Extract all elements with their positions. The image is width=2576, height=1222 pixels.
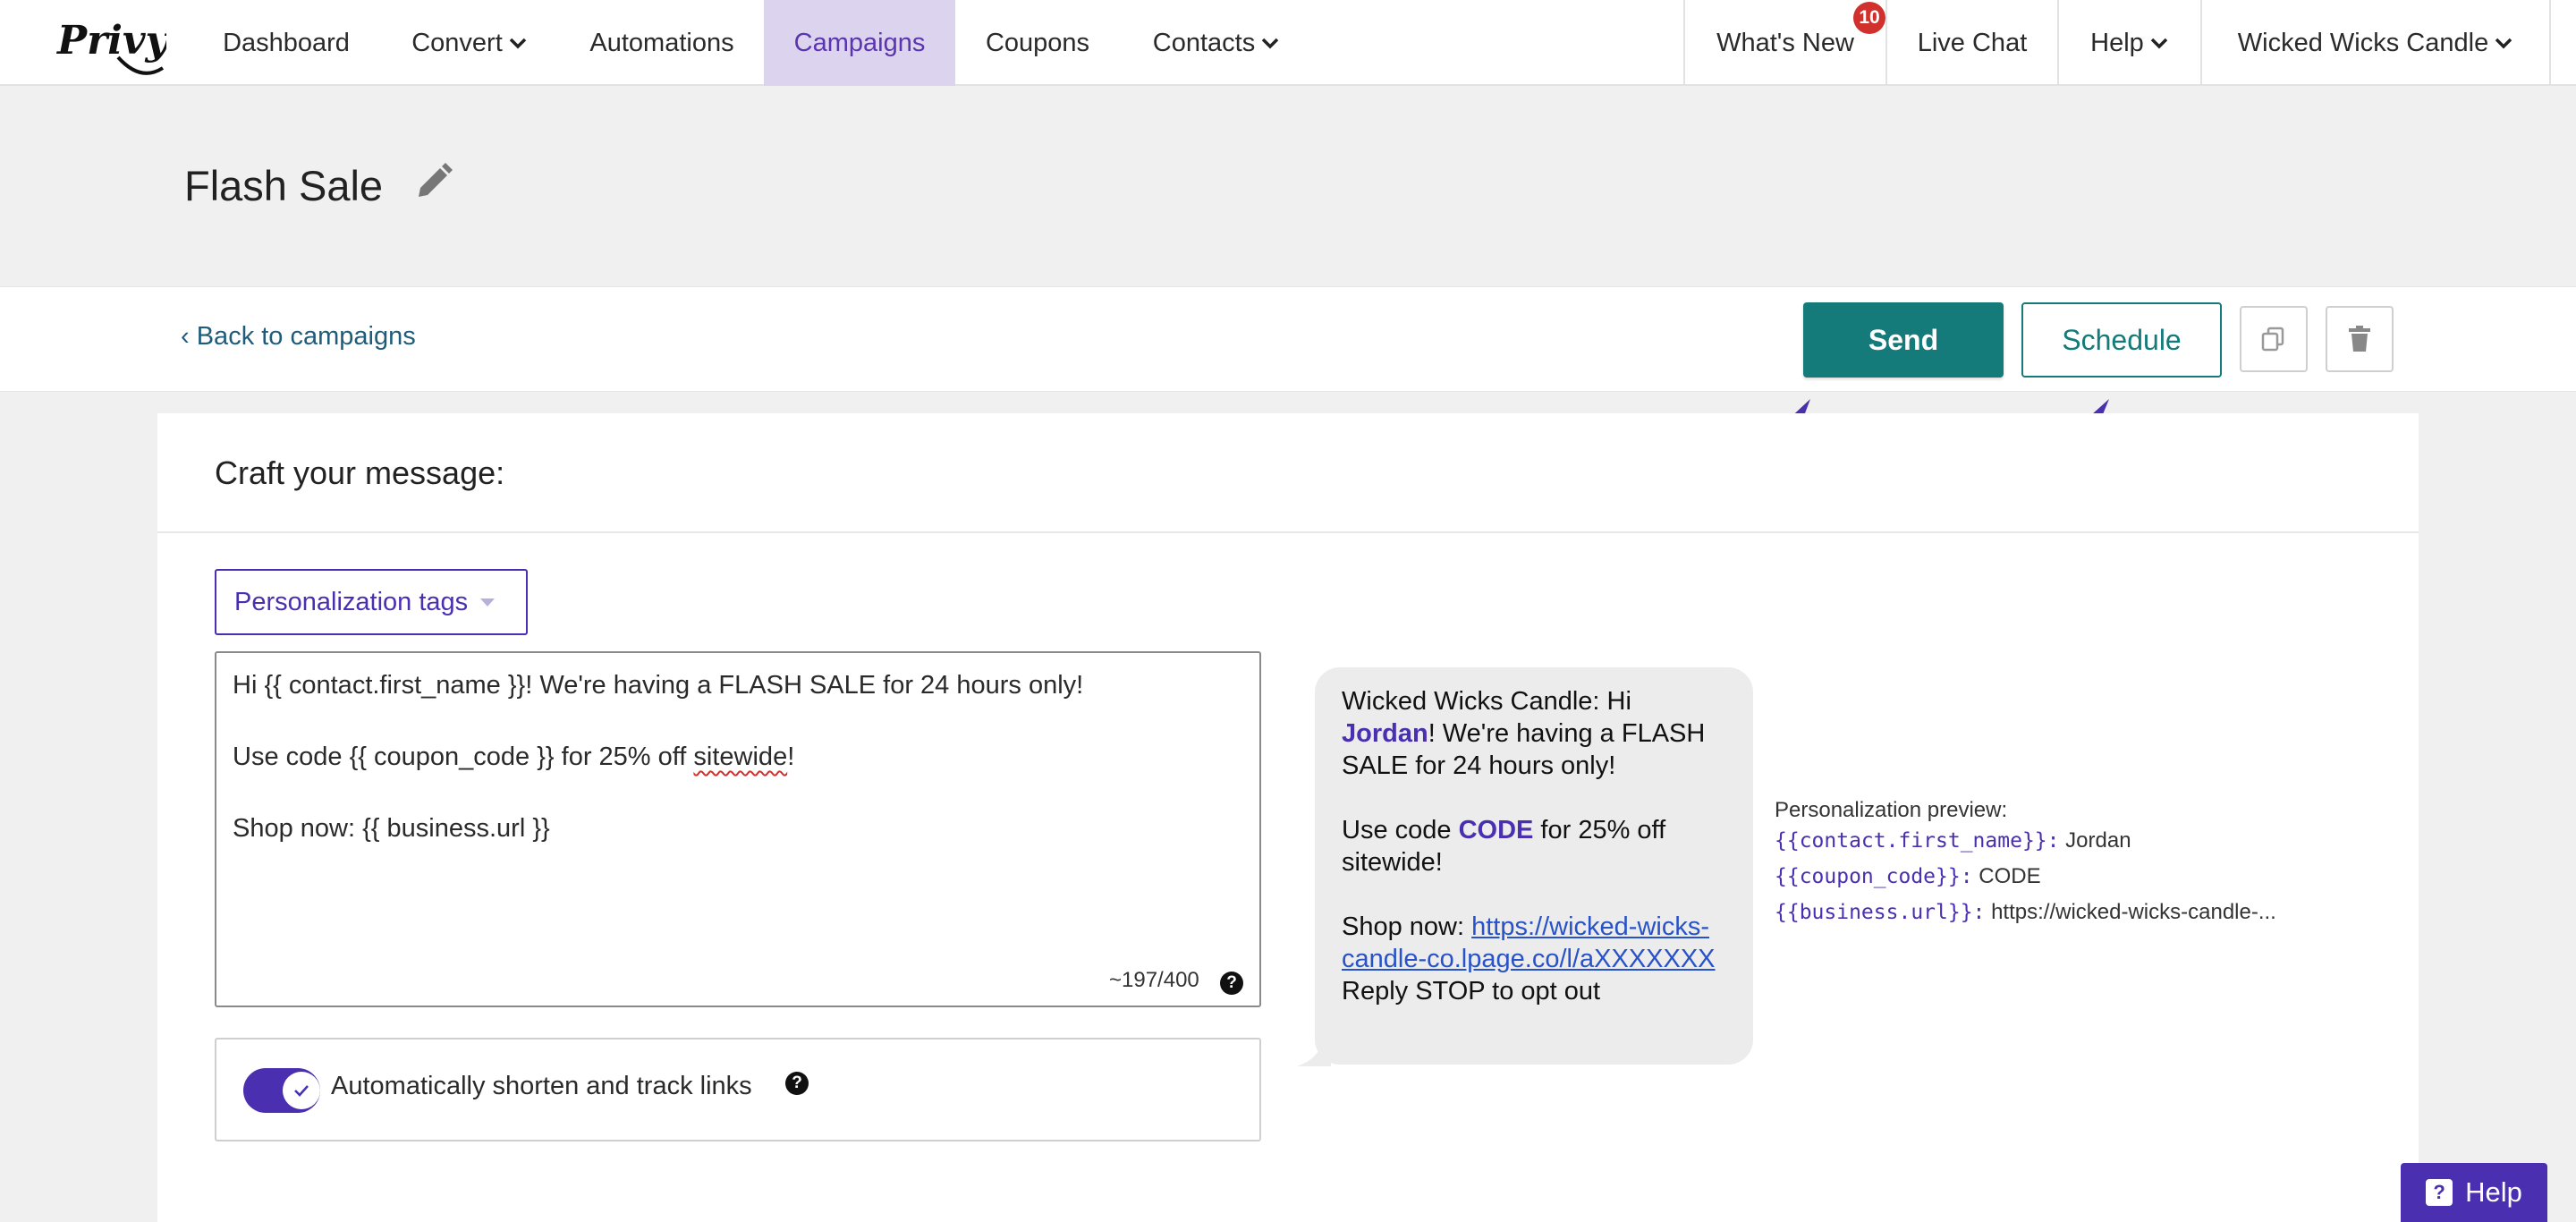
craft-message-heading: Craft your message: bbox=[215, 454, 505, 491]
personalization-preview-title: Personalization preview: bbox=[1775, 798, 2008, 822]
back-link-label: Back to campaigns bbox=[196, 322, 416, 351]
duplicate-button[interactable] bbox=[2240, 306, 2308, 372]
account-label: Wicked Wicks Candle bbox=[2237, 28, 2489, 57]
page-title: Flash Sale bbox=[184, 162, 384, 209]
whats-new-label: What's New bbox=[1716, 28, 1854, 57]
preview-text: Wicked Wicks Candle: Hi bbox=[1342, 687, 1631, 716]
help-widget-button[interactable]: ? Help bbox=[2401, 1163, 2547, 1222]
nav-dashboard[interactable]: Dashboard bbox=[206, 0, 367, 86]
preview-text: Use code bbox=[1342, 816, 1459, 844]
preview-text: Shop now: bbox=[1342, 912, 1472, 941]
card-divider bbox=[157, 531, 2419, 533]
nav-automations-label: Automations bbox=[589, 28, 734, 57]
message-text: ! bbox=[787, 743, 795, 771]
preview-opt-out: Reply STOP to opt out bbox=[1342, 977, 1601, 1006]
message-text: Use code {{ coupon_code }} for 25% off bbox=[233, 743, 694, 771]
delete-button[interactable] bbox=[2326, 306, 2394, 372]
nav-automations[interactable]: Automations bbox=[572, 0, 751, 86]
chevron-down-icon bbox=[2495, 38, 2512, 49]
message-line: Use code {{ coupon_code }} for 25% off s… bbox=[233, 739, 1243, 775]
back-to-campaigns-link[interactable]: ‹ Back to campaigns bbox=[181, 322, 416, 352]
nav-convert[interactable]: Convert bbox=[394, 0, 546, 86]
personalization-row: {{coupon_code}}: CODE bbox=[1775, 864, 2041, 889]
checkmark-icon bbox=[294, 1085, 309, 1097]
nav-campaigns[interactable]: Campaigns bbox=[764, 0, 955, 86]
chevron-left-icon: ‹ bbox=[181, 322, 197, 351]
chevron-down-icon bbox=[2150, 38, 2168, 49]
preview-gap bbox=[1342, 782, 1726, 814]
help-question-icon[interactable]: ? bbox=[1220, 972, 1243, 995]
nav-help[interactable]: Help bbox=[2059, 0, 2200, 86]
notification-badge: 10 bbox=[1853, 2, 1885, 34]
personalization-key: {{coupon_code}}: bbox=[1775, 865, 1973, 888]
help-question-icon[interactable]: ? bbox=[785, 1072, 809, 1095]
copy-icon bbox=[2261, 327, 2284, 352]
top-nav: Privy Dashboard Convert Automations Camp… bbox=[0, 0, 2576, 86]
nav-account-menu[interactable]: Wicked Wicks Candle bbox=[2202, 0, 2549, 86]
svg-text:Privy: Privy bbox=[55, 18, 166, 64]
nav-convert-label: Convert bbox=[411, 28, 503, 57]
pencil-icon[interactable] bbox=[411, 161, 454, 204]
preview-gap bbox=[1342, 878, 1726, 911]
nav-coupons[interactable]: Coupons bbox=[975, 0, 1100, 86]
nav-contacts[interactable]: Contacts bbox=[1136, 0, 1297, 86]
personalization-tags-dropdown[interactable]: Personalization tags bbox=[215, 569, 528, 635]
personalization-value: https://wicked-wicks-candle-... bbox=[1991, 900, 2276, 924]
chevron-down-icon bbox=[509, 38, 527, 49]
question-icon: ? bbox=[2426, 1179, 2453, 1206]
chevron-down-icon bbox=[1261, 38, 1279, 49]
message-line: Hi {{ contact.first_name }}! We're havin… bbox=[233, 671, 1084, 700]
personalization-row: {{contact.first_name}}: Jordan bbox=[1775, 828, 2131, 853]
help-widget-label: Help bbox=[2465, 1176, 2522, 1208]
live-chat-label: Live Chat bbox=[1917, 28, 2028, 57]
message-line: Shop now: {{ business.url }} bbox=[233, 814, 550, 843]
nav-campaigns-label: Campaigns bbox=[793, 28, 926, 57]
misspelled-word: sitewide bbox=[693, 743, 788, 771]
preview-first-name: Jordan bbox=[1342, 719, 1428, 748]
personalization-tags-label: Personalization tags bbox=[234, 587, 469, 616]
nav-live-chat[interactable]: Live Chat bbox=[1887, 0, 2057, 86]
trash-icon bbox=[2349, 326, 2370, 352]
caret-down-icon bbox=[480, 598, 496, 607]
personalization-row: {{business.url}}: https://wicked-wicks-c… bbox=[1775, 900, 2276, 925]
personalization-key: {{business.url}}: bbox=[1775, 901, 1986, 924]
schedule-button[interactable]: Schedule bbox=[2021, 302, 2222, 378]
sms-preview-bubble: Wicked Wicks Candle: Hi Jordan! We're ha… bbox=[1315, 667, 1753, 1065]
shorten-links-label: Automatically shorten and track links bbox=[331, 1072, 752, 1100]
nav-contacts-label: Contacts bbox=[1152, 28, 1256, 57]
preview-paragraph: Shop now: https://wicked-wicks-candle-co… bbox=[1342, 911, 1726, 975]
character-count: ~197/400 bbox=[1109, 968, 1199, 992]
help-label: Help bbox=[2090, 28, 2144, 57]
privy-logo[interactable]: Privy bbox=[55, 13, 166, 75]
toggle-knob bbox=[283, 1072, 320, 1109]
nav-coupons-label: Coupons bbox=[985, 28, 1090, 57]
preview-paragraph: Use code CODE for 25% off sitewide! bbox=[1342, 814, 1726, 878]
personalization-value: CODE bbox=[1979, 864, 2041, 888]
preview-coupon-code: CODE bbox=[1458, 816, 1534, 844]
personalization-key: {{contact.first_name}}: bbox=[1775, 829, 2060, 853]
message-textarea[interactable]: Hi {{ contact.first_name }}! We're havin… bbox=[215, 651, 1261, 1007]
nav-divider bbox=[2549, 0, 2551, 86]
personalization-value: Jordan bbox=[2065, 828, 2131, 853]
nav-dashboard-label: Dashboard bbox=[223, 28, 350, 57]
send-button[interactable]: Send bbox=[1803, 302, 2004, 378]
preview-paragraph: Wicked Wicks Candle: Hi Jordan! We're ha… bbox=[1342, 685, 1726, 782]
